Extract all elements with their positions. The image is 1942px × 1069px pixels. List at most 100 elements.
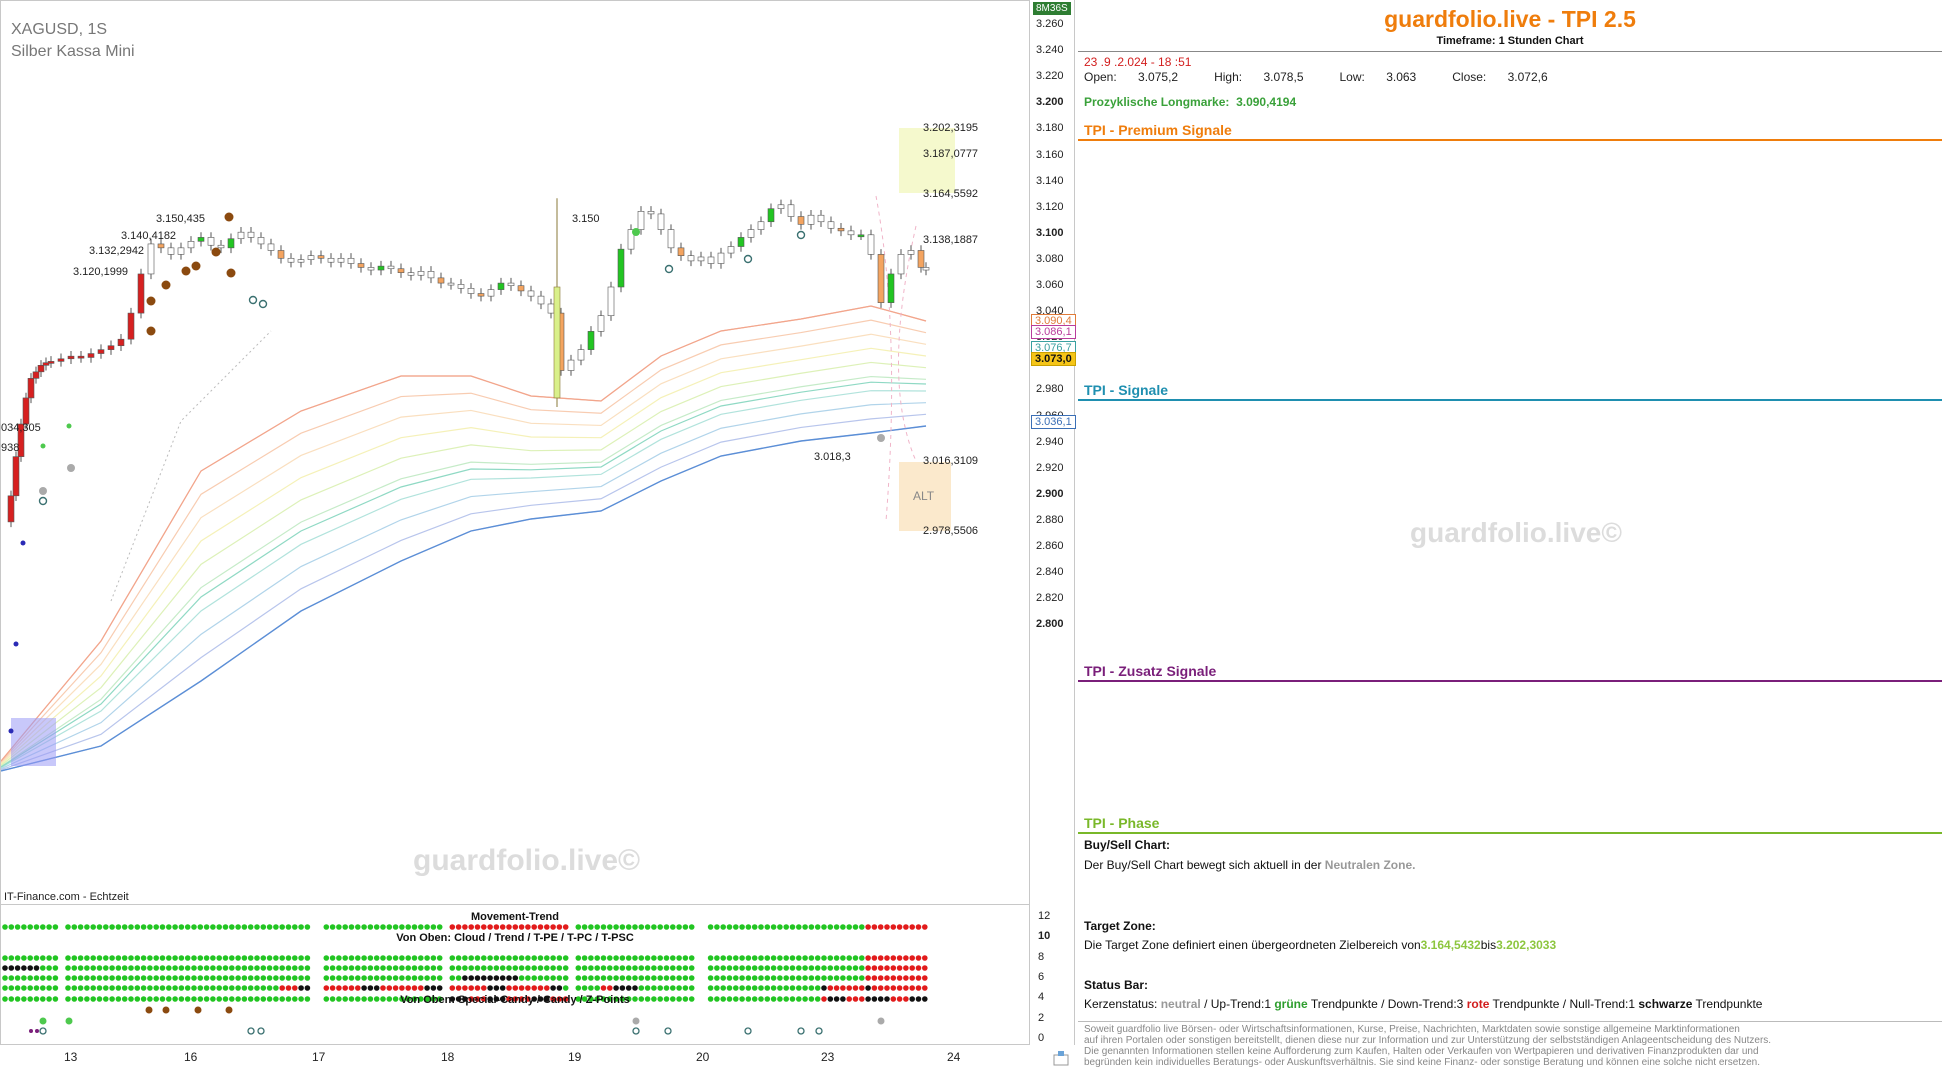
trend-dot [348, 924, 355, 930]
candle-body [697, 256, 705, 262]
trend-dot [184, 955, 191, 961]
trend-dot [499, 975, 506, 981]
trend-dot [531, 975, 537, 981]
trend-dot [651, 955, 657, 961]
candle-body [897, 254, 905, 275]
trend-dot [373, 985, 380, 991]
candle-body [567, 359, 575, 371]
trend-dot [783, 975, 789, 981]
trend-dot [342, 955, 349, 961]
price-chart[interactable]: XAGUSD, 1S Silber Kassa Mini IT-Finance.… [0, 0, 1030, 905]
trend-dot [128, 985, 134, 991]
trend-dot [52, 924, 59, 930]
trend-dot [625, 965, 632, 971]
buy-sell-title: Buy/Sell Chart: [1084, 838, 1171, 852]
movement-trend-indicator[interactable]: Movement-Trend Von Oben: Cloud / Trend /… [0, 905, 1030, 1045]
trend-dot [279, 985, 286, 991]
tpi-info-panel: guardfolio.live - TPI 2.5 Timeframe: 1 S… [1078, 0, 1942, 1069]
trend-dot [777, 985, 783, 991]
trend-dot [222, 975, 229, 981]
trend-dot [890, 965, 897, 971]
trend-dot [292, 985, 298, 991]
trend-dot [884, 924, 890, 930]
trend-dot [203, 965, 210, 971]
time-axis[interactable]: 13 16 17 18 19 20 23 24 [0, 1045, 1030, 1069]
trend-dot [84, 955, 90, 961]
candle-body [407, 272, 415, 276]
candle-body [777, 204, 785, 210]
candle-body [147, 243, 155, 275]
trend-dot [739, 924, 745, 930]
candle-body [32, 371, 40, 379]
time-tick: 24 [947, 1050, 961, 1064]
candle-body [277, 250, 285, 259]
trend-dot [796, 955, 802, 961]
trend-dot [638, 985, 645, 991]
price-label: 3.073,0 [1031, 352, 1076, 366]
candle-body [177, 247, 185, 255]
candle-body [67, 355, 75, 360]
trend-dot [903, 924, 909, 930]
trend-dot [266, 985, 273, 991]
trend-dot [14, 924, 21, 930]
candy-dot [877, 1017, 885, 1025]
trend-dot [178, 955, 185, 961]
trend-dot [638, 965, 645, 971]
trend-dot [191, 985, 197, 991]
price-axis[interactable]: 3.260 3.240 3.220 3.200 3.180 3.160 3.140 3.120… [1030, 0, 1076, 905]
candle-body [267, 243, 275, 251]
trend-dot [487, 955, 493, 961]
trend-dot [720, 985, 726, 991]
trend-dot [537, 985, 544, 991]
trend-dot [474, 975, 481, 981]
trend-dot [670, 924, 676, 930]
trend-dot [115, 955, 122, 961]
trend-dot [140, 924, 147, 930]
candle-body [747, 229, 755, 238]
trend-dot [758, 955, 764, 961]
trend-dot [166, 975, 172, 981]
trend-dot [172, 924, 178, 930]
trend-dot [663, 985, 670, 991]
indicator-tick: 10 [1038, 930, 1051, 943]
trend-dot [405, 985, 412, 991]
trend-dot [109, 965, 115, 971]
trend-dot [323, 955, 330, 961]
trend-dot [235, 965, 241, 971]
signal-dot [39, 487, 47, 495]
section-signals: TPI - Signale [1084, 382, 1169, 398]
trend-dot [758, 924, 764, 930]
trend-dot [84, 924, 90, 930]
trend-dot [877, 924, 884, 930]
trend-dot [550, 985, 556, 991]
trend-dot [292, 975, 298, 981]
trend-dot [147, 985, 153, 991]
trend-dot [462, 924, 468, 930]
trend-dot [462, 985, 468, 991]
candle-body [687, 255, 695, 262]
trend-dot [203, 955, 210, 961]
trend-dot [46, 955, 52, 961]
trend-dot [657, 924, 663, 930]
target-zone-upper: 3.202,3195 [923, 122, 979, 134]
trend-dot [166, 924, 172, 930]
time-tick: 17 [312, 1050, 326, 1064]
candle-body [553, 286, 561, 399]
trend-dot [455, 985, 462, 991]
trend-dot [613, 975, 619, 981]
candlestick-chart[interactable] [1, 1, 1030, 905]
time-tick: 16 [184, 1050, 198, 1064]
annotation-label: 3.140,4182 [121, 230, 177, 242]
trend-dot [676, 965, 682, 971]
trend-dot [468, 975, 475, 981]
trend-dot [903, 975, 909, 981]
status-bar-text: Kerzenstatus: neutral / Up-Trend:1 grüne… [1084, 997, 1763, 1011]
trend-dot [449, 965, 456, 971]
trend-dot [336, 955, 342, 961]
trend-dot [172, 965, 178, 971]
trend-dot [184, 985, 191, 991]
trend-dot [739, 985, 745, 991]
section-rule [1078, 832, 1942, 834]
trend-dot [663, 965, 670, 971]
trend-dot [783, 985, 789, 991]
